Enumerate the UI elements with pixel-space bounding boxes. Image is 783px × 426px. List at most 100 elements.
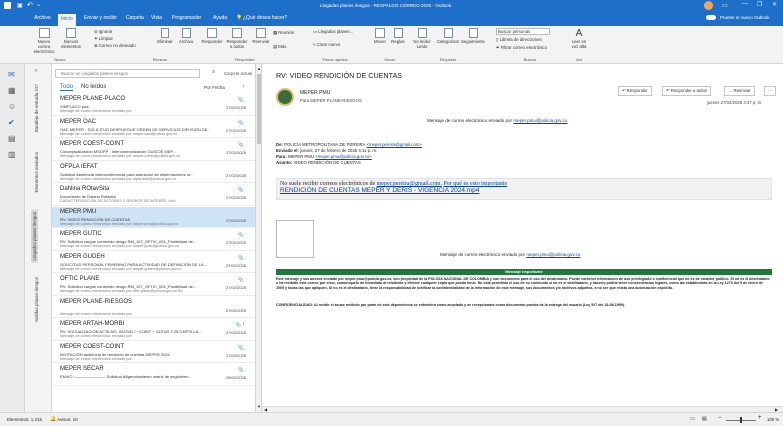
list-item[interactable]: Dahlina ROtavSita Documento de Dalana Rot… xyxy=(52,184,255,206)
new-email-button[interactable]: Nuevo correo electrónico xyxy=(33,28,55,54)
mail-icon[interactable]: ✉ xyxy=(8,70,15,79)
list-item[interactable]: MEPER GUTIC RV: Solicitud cargue contenid… xyxy=(52,229,255,251)
tab-archivo[interactable]: Archivo xyxy=(34,15,51,21)
tab-carpeta[interactable]: Carpeta xyxy=(126,15,144,21)
list-item[interactable]: MEPER COEST-COINT Conceptualización MSOPP… xyxy=(52,139,255,161)
to-email-link[interactable]: <meper.pmu@policia.gov.co> xyxy=(315,154,372,159)
move-button[interactable]: Mover xyxy=(371,28,389,44)
list-item[interactable]: MEPER PLANE-PLACO SIMPLACO poa Mensaje de … xyxy=(52,94,255,116)
more-actions-button[interactable]: ··· xyxy=(764,86,777,96)
scroll-thumb[interactable] xyxy=(257,74,261,144)
scroll-down-icon[interactable]: ▼ xyxy=(257,404,261,409)
unread-icon xyxy=(417,28,427,38)
read-aloud-button[interactable]: A Leer en voz alta xyxy=(569,28,589,49)
group-label-mover: Mover xyxy=(384,57,396,62)
zoom-in-icon[interactable]: + xyxy=(758,415,762,421)
tasks-icon[interactable]: ✔ xyxy=(8,118,15,127)
quickstep-llegados[interactable]: ▭ Llegados planes... xyxy=(313,29,353,34)
reply-all-button[interactable]: Responder a todos xyxy=(225,28,249,49)
filter-all[interactable]: Todo xyxy=(60,84,74,91)
forward-button[interactable]: Reenviar xyxy=(251,28,271,44)
list-item[interactable]: MEPER GUDEH SOLICITUD PERSONAL FEMENINO P… xyxy=(52,252,255,273)
reply-action-button[interactable]: ↶ Responder xyxy=(618,86,652,96)
new-outlook-toggle[interactable] xyxy=(706,15,716,20)
search-people-input[interactable]: Buscar personas xyxy=(496,28,550,35)
outlook-app-icon[interactable] xyxy=(4,2,11,9)
categorize-icon xyxy=(443,28,453,38)
list-item[interactable]: MEPER ARTAH-MORBI RV: SOCIALIZACIÓN ACTA … xyxy=(52,319,255,341)
sender-name[interactable]: MEPER PMU xyxy=(300,90,330,96)
search-scope-dropdown[interactable]: Carpeta actual xyxy=(224,71,252,76)
archive-button[interactable]: Archivo xyxy=(176,28,196,44)
list-item[interactable]: OFTIC PLANE RV: Solicitud cargue contenid… xyxy=(52,274,255,296)
tab-inicio[interactable]: Inicio xyxy=(58,14,76,26)
list-search-input[interactable]: Buscar en Llegados planes riesgos xyxy=(55,69,200,78)
address-book-button[interactable]: ▯ Libreta de direcciones xyxy=(496,37,542,42)
categorize-button[interactable]: Categorizar xyxy=(436,28,460,44)
account-avatar[interactable] xyxy=(704,1,713,10)
quickstep-create-new[interactable]: ϟ Crear nuevo xyxy=(313,42,340,47)
reminders-count[interactable]: Avisos: 10 xyxy=(57,417,78,422)
zoom-level[interactable]: 100 % xyxy=(767,417,779,422)
image-placeholder xyxy=(276,220,314,258)
tab-enviar-recibir[interactable]: Enviar y recibir xyxy=(84,15,117,21)
reply-all-action-button[interactable]: ↶ Responder a todos xyxy=(662,86,712,96)
ignore-button[interactable]: ⊘ Ignorar xyxy=(94,29,112,34)
folder-bandeja-entrada[interactable]: Bandeja de entrada 937 xyxy=(34,84,39,132)
reminders-icon: 🔔 xyxy=(50,416,57,422)
ribbon-options-icon[interactable]: ▭ xyxy=(722,2,728,9)
sent-by-link-2[interactable]: meper.pmu@policia.gov.co xyxy=(526,252,580,257)
undo-icon[interactable]: ↶ xyxy=(27,1,33,9)
save-icon[interactable]: ▣ xyxy=(17,2,23,9)
tab-ayuda[interactable]: Ayuda xyxy=(213,15,227,21)
filter-unread[interactable]: No leídos xyxy=(81,84,106,90)
close-button[interactable]: ✕ xyxy=(772,1,777,8)
junk-button[interactable]: ⊗ Correo no deseado xyxy=(94,43,136,48)
notes-icon[interactable]: ▤ xyxy=(8,134,16,143)
calendar-nav-icon[interactable]: ▦ xyxy=(8,86,16,95)
tab-programador[interactable]: Programador xyxy=(172,15,201,21)
archive-icon xyxy=(181,28,191,38)
tell-me-search[interactable]: ¿Qué desea hacer? xyxy=(243,15,287,21)
expand-folder-pane-icon[interactable]: › xyxy=(35,68,37,74)
meeting-button[interactable]: ▦ Reunión xyxy=(273,30,294,35)
qat-more-icon[interactable]: ⌄ xyxy=(36,1,41,8)
reading-view-icon[interactable]: ▤ xyxy=(702,416,707,422)
delete-button[interactable]: Eliminar xyxy=(155,28,175,44)
from-email-link[interactable]: <meper.pereira@gmail.com> xyxy=(366,142,421,147)
list-item[interactable]: MEPER SECAR ENVIO ———————— Solicitud dili… xyxy=(52,364,255,386)
forward-action-button[interactable]: → Reenviar xyxy=(724,86,755,96)
unread-read-button[interactable]: No leído/ Leído xyxy=(410,28,434,49)
scroll-up-icon[interactable]: ▲ xyxy=(257,66,261,71)
more-respond-button[interactable]: ▤ Más xyxy=(273,44,286,49)
folder-llegados-planes[interactable]: Llegados planes riesgos xyxy=(31,210,38,263)
list-item[interactable]: MEPER PLANE-RIESGOS Mensaje de correo ele… xyxy=(52,297,255,318)
folder-elementos-enviados[interactable]: Elementos enviados xyxy=(34,152,39,193)
sent-by-link[interactable]: meper.pmu@policia.gov.co xyxy=(513,118,567,123)
video-attachment-link[interactable]: RENDICIÓN DE CUENTAS MEPER Y DERIS - VIG… xyxy=(280,187,768,194)
tab-vista[interactable]: Vista xyxy=(151,15,162,21)
follow-up-button[interactable]: Seguimiento xyxy=(460,28,486,44)
rules-button[interactable]: Reglas xyxy=(389,28,407,44)
folder-salidas-planes[interactable]: Salidas planes riesgos xyxy=(34,277,39,322)
list-item[interactable]: MEPER COEST-COINT INVITACIÓN audiencia de… xyxy=(52,342,255,363)
list-item[interactable]: MEPER OAC OAC MEPER - SOLICITUD DESPLIEGU… xyxy=(52,117,255,138)
reply-button[interactable]: Responder xyxy=(200,28,224,44)
sort-direction-icon[interactable]: ↑ xyxy=(242,84,245,90)
zoom-slider-thumb[interactable] xyxy=(740,417,742,423)
new-items-icon xyxy=(66,28,76,38)
clean-up-button[interactable]: ✦ Limpiar xyxy=(94,36,113,41)
more-apps-icon[interactable]: ▥ xyxy=(8,150,16,159)
zoom-out-icon[interactable]: − xyxy=(718,415,722,421)
search-icon[interactable]: ⌕ xyxy=(212,69,215,76)
minimize-button[interactable]: — xyxy=(742,1,748,7)
filter-email-button[interactable]: ⏷ Filtrar correo electrónico xyxy=(496,45,547,50)
normal-view-icon[interactable]: ▭ xyxy=(690,416,695,422)
message-preview: Mensaje de correo electrónico enviado po… xyxy=(60,266,182,271)
sort-by-date[interactable]: Por Fecha xyxy=(204,85,225,90)
people-icon[interactable]: ☺ xyxy=(8,102,16,111)
list-item[interactable]: MEPER PMU RV: VIDEO RENDICIÓN DE CUENTAS M… xyxy=(52,206,255,228)
new-items-button[interactable]: Nuevos elementos xyxy=(58,28,84,49)
list-item[interactable]: OFPLA IEFAT Solicitud asistencia videocon… xyxy=(52,162,255,183)
maximize-button[interactable]: ❐ xyxy=(757,1,762,8)
